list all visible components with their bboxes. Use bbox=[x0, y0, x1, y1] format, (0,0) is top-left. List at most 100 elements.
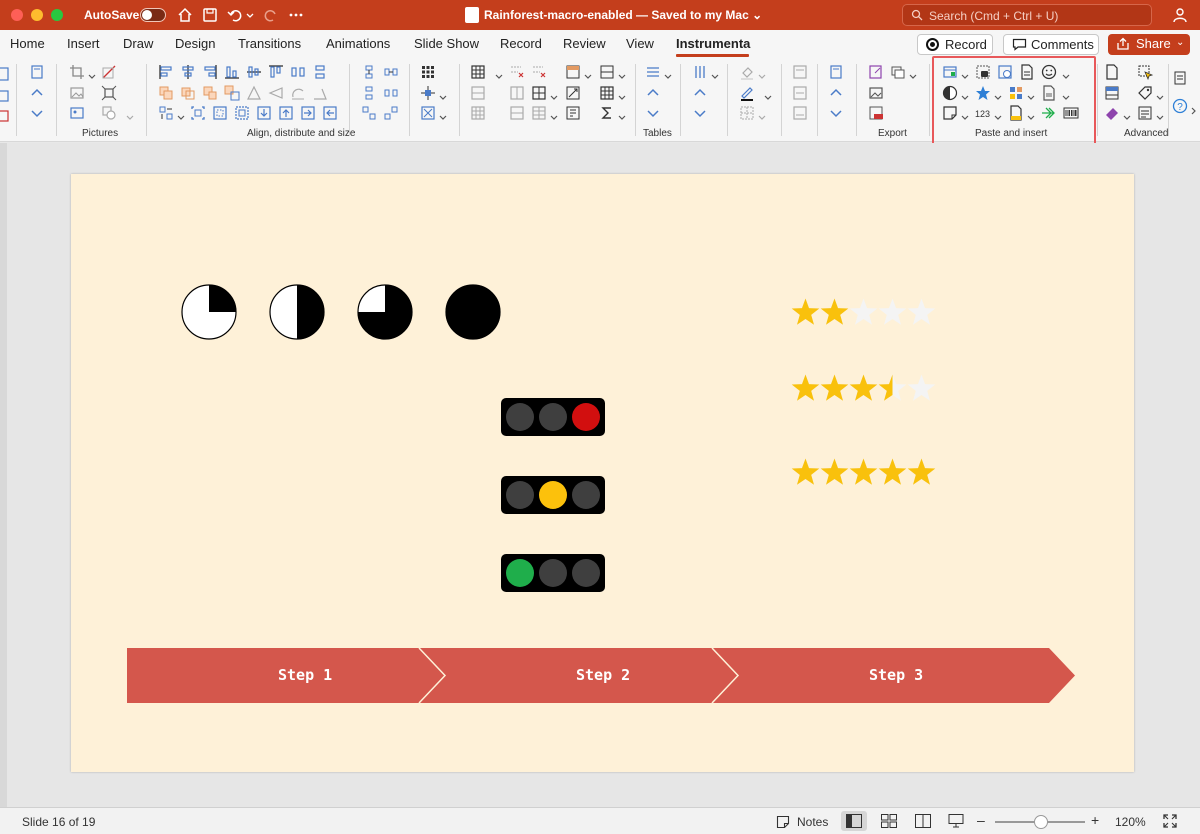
spacing-icon[interactable] bbox=[383, 85, 399, 101]
align-center-icon[interactable] bbox=[180, 64, 196, 80]
chevron-down-icon[interactable] bbox=[618, 89, 626, 100]
properties-icon[interactable] bbox=[1137, 105, 1153, 121]
table-layout-icon[interactable] bbox=[531, 105, 547, 121]
traffic-light-green[interactable] bbox=[501, 554, 605, 592]
margin-icon[interactable] bbox=[212, 105, 228, 121]
harvey-ball-full[interactable] bbox=[445, 284, 501, 340]
tab-record[interactable]: Record bbox=[500, 36, 542, 51]
tab-insert[interactable]: Insert bbox=[67, 36, 100, 51]
table-delete-icon[interactable] bbox=[509, 64, 525, 80]
chevron-down-icon[interactable] bbox=[439, 89, 447, 100]
chevron-down-icon[interactable] bbox=[618, 109, 626, 120]
chevron-down-icon[interactable] bbox=[645, 105, 661, 121]
picture-edit-icon[interactable] bbox=[101, 64, 117, 80]
chevron-down-icon[interactable] bbox=[584, 68, 592, 79]
grid-icon[interactable] bbox=[420, 64, 436, 80]
chevron-down-icon[interactable] bbox=[126, 109, 134, 120]
center-shape-icon[interactable] bbox=[420, 85, 436, 101]
traffic-light-red[interactable] bbox=[501, 398, 605, 436]
chevron-down-icon[interactable] bbox=[550, 109, 558, 120]
record-button[interactable]: Record bbox=[917, 34, 993, 55]
chevron-up-icon[interactable] bbox=[645, 85, 661, 101]
ribbon-partial-icon[interactable] bbox=[0, 88, 12, 104]
slide-size-icon[interactable] bbox=[828, 64, 844, 80]
picture-icon[interactable] bbox=[69, 85, 85, 101]
tab-animations[interactable]: Animations bbox=[326, 36, 390, 51]
rotate-icon[interactable] bbox=[290, 85, 306, 101]
harvey-ball-quarter[interactable] bbox=[181, 284, 237, 340]
chevron-down-icon[interactable] bbox=[758, 109, 766, 120]
line-color-icon[interactable] bbox=[739, 85, 755, 101]
align-top-icon[interactable] bbox=[268, 64, 284, 80]
search-input[interactable]: Search (Cmd + Ctrl + U) bbox=[929, 9, 1058, 23]
size-bracket-icon[interactable] bbox=[190, 105, 206, 121]
window-maximize-button[interactable] bbox=[51, 9, 63, 21]
ribbon-partial-icon[interactable] bbox=[0, 108, 12, 124]
export-pdf-icon[interactable] bbox=[868, 105, 884, 121]
chevron-down-icon[interactable] bbox=[1123, 109, 1131, 120]
table-columns-insert-icon[interactable] bbox=[692, 64, 708, 80]
crop-icon[interactable] bbox=[69, 64, 85, 80]
tab-instrumenta[interactable]: Instrumenta bbox=[676, 36, 750, 51]
replace-picture-icon[interactable] bbox=[69, 105, 85, 121]
chevron-down-icon[interactable] bbox=[909, 68, 917, 79]
tab-slide-show[interactable]: Slide Show bbox=[414, 36, 479, 51]
tab-draw[interactable]: Draw bbox=[123, 36, 153, 51]
fill-area-icon[interactable] bbox=[234, 105, 250, 121]
chevron-down-icon[interactable] bbox=[764, 89, 772, 100]
table-style-icon[interactable] bbox=[599, 64, 615, 80]
document-list-icon[interactable] bbox=[1172, 70, 1188, 86]
zoom-slider-thumb[interactable] bbox=[1034, 815, 1048, 829]
spacing-icon[interactable] bbox=[383, 64, 399, 80]
align-middle-icon[interactable] bbox=[246, 64, 262, 80]
fit-to-slide-icon[interactable] bbox=[420, 105, 436, 121]
help-icon[interactable]: ? bbox=[1172, 98, 1188, 114]
slideshow-view-button[interactable] bbox=[943, 811, 969, 831]
search-box[interactable]: Search (Cmd + Ctrl + U) bbox=[902, 4, 1152, 26]
comments-button[interactable]: Comments bbox=[1003, 34, 1099, 55]
chevron-up-icon[interactable] bbox=[29, 85, 45, 101]
chevron-down-icon[interactable] bbox=[618, 68, 626, 79]
table-view-icon[interactable] bbox=[1104, 85, 1120, 101]
table-split-icon[interactable] bbox=[531, 85, 547, 101]
chevron-down-icon[interactable] bbox=[692, 105, 708, 121]
save-icon[interactable] bbox=[201, 6, 219, 24]
harvey-ball-half[interactable] bbox=[269, 284, 325, 340]
spacing-icon[interactable] bbox=[361, 105, 377, 121]
tag-icon[interactable] bbox=[1137, 85, 1153, 101]
select-icon[interactable] bbox=[1137, 64, 1153, 80]
table-format-icon[interactable] bbox=[565, 64, 581, 80]
move-up-icon[interactable] bbox=[278, 105, 294, 121]
spacing-icon[interactable] bbox=[361, 64, 377, 80]
star-rating-row[interactable] bbox=[791, 298, 939, 328]
chevron-up-icon[interactable] bbox=[692, 85, 708, 101]
chevron-down-icon[interactable] bbox=[550, 89, 558, 100]
export-image-icon[interactable] bbox=[868, 85, 884, 101]
text-box-icon[interactable] bbox=[792, 64, 808, 80]
distribute-vertical-icon[interactable] bbox=[312, 64, 328, 80]
zoom-level[interactable]: 120% bbox=[1115, 815, 1146, 829]
zoom-in-button[interactable]: + bbox=[1091, 812, 1099, 828]
chevron-down-icon[interactable] bbox=[1156, 89, 1164, 100]
same-height-icon[interactable] bbox=[202, 85, 218, 101]
move-right-icon[interactable] bbox=[300, 105, 316, 121]
chevron-down-icon[interactable] bbox=[88, 68, 96, 79]
spacing-icon[interactable] bbox=[383, 105, 399, 121]
fill-color-icon[interactable] bbox=[739, 64, 755, 80]
tab-view[interactable]: View bbox=[626, 36, 654, 51]
move-left-icon[interactable] bbox=[322, 105, 338, 121]
table-transpose-icon[interactable] bbox=[565, 85, 581, 101]
redo-icon[interactable] bbox=[262, 6, 280, 24]
table-merge-icon[interactable] bbox=[509, 105, 525, 121]
tab-design[interactable]: Design bbox=[175, 36, 215, 51]
slide-counter[interactable]: Slide 16 of 19 bbox=[22, 815, 95, 829]
shapes-icon[interactable] bbox=[101, 105, 117, 121]
table-clear-icon[interactable] bbox=[531, 64, 547, 80]
table-sort-icon[interactable] bbox=[565, 105, 581, 121]
chevron-down-icon[interactable] bbox=[177, 109, 185, 120]
slide-size-icon[interactable] bbox=[29, 64, 45, 80]
traffic-light-yellow[interactable] bbox=[501, 476, 605, 514]
tab-review[interactable]: Review bbox=[563, 36, 606, 51]
eraser-icon[interactable] bbox=[1104, 105, 1120, 121]
tab-home[interactable]: Home bbox=[10, 36, 45, 51]
